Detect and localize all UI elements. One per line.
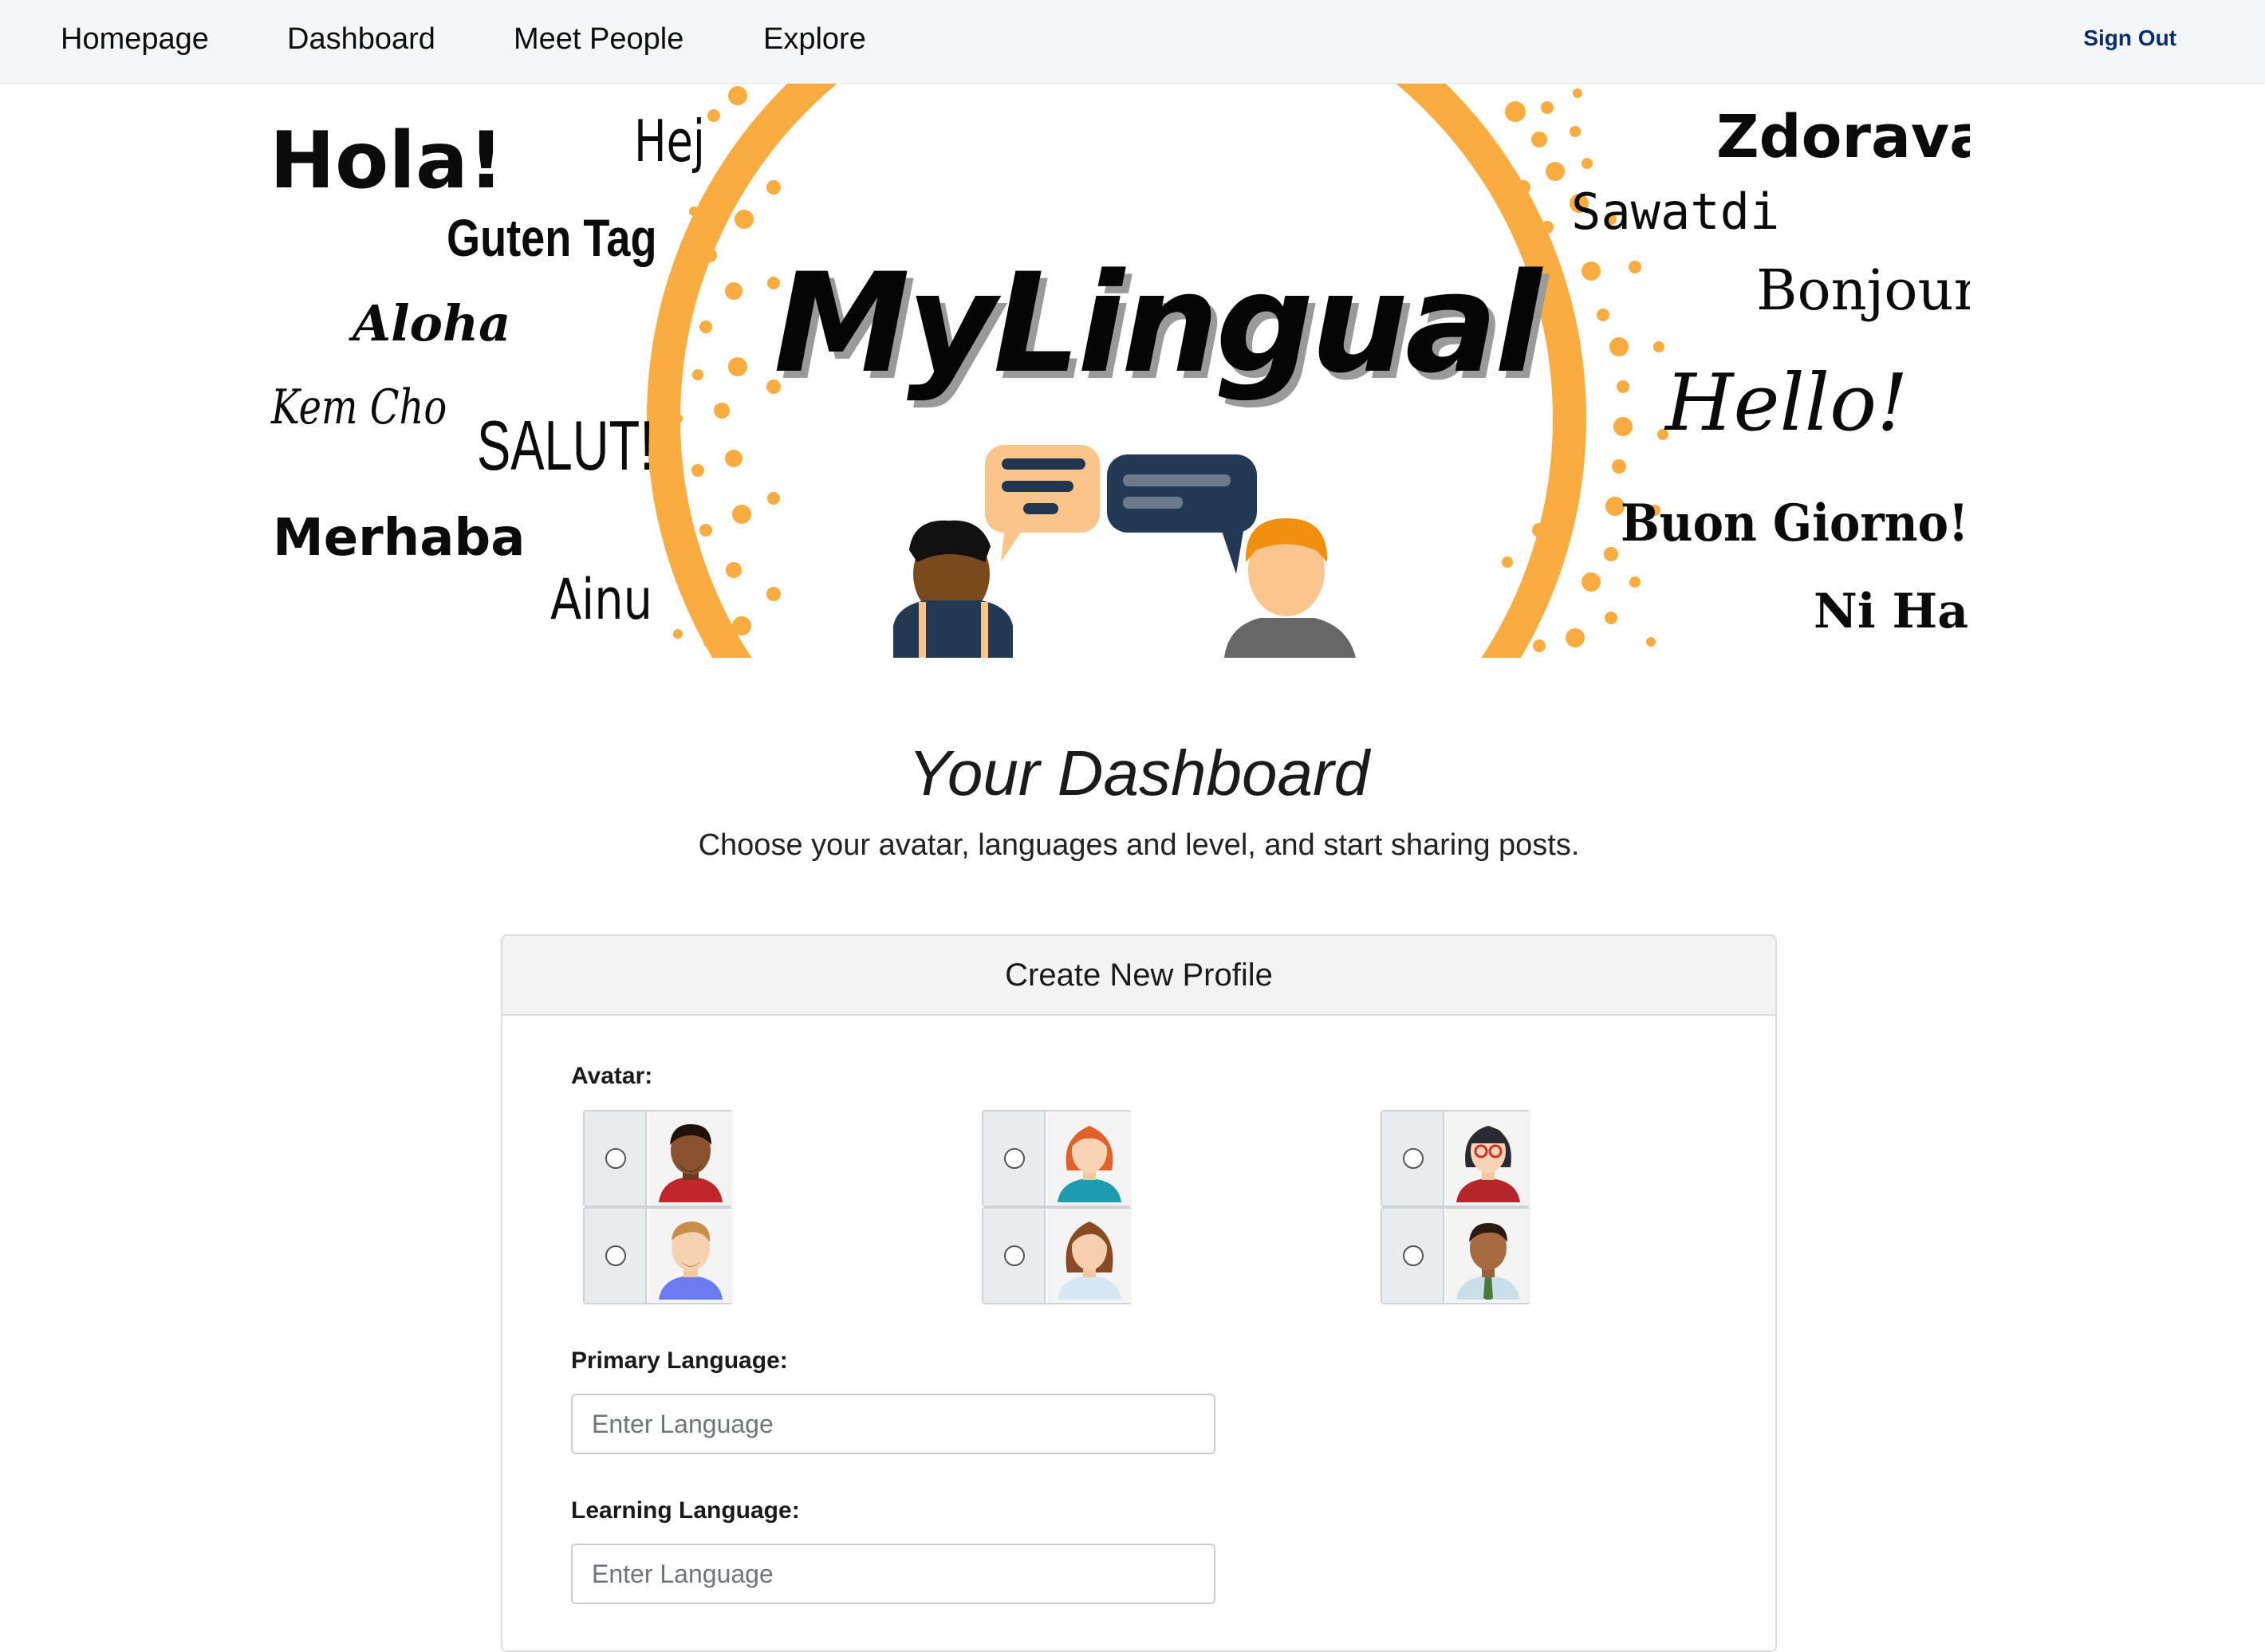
avatar-option-5[interactable] bbox=[1381, 1110, 1530, 1207]
avatar-radio-4[interactable] bbox=[983, 1209, 1046, 1303]
avatar-label: Avatar: bbox=[571, 1063, 653, 1089]
avatar-radio-6[interactable] bbox=[1382, 1209, 1444, 1303]
avatar-option-1[interactable] bbox=[583, 1110, 733, 1207]
learning-language-input[interactable]: Enter Language bbox=[571, 1544, 1215, 1604]
avatar-man-tie-icon bbox=[1446, 1209, 1530, 1303]
avatar-woman-glasses-icon bbox=[1446, 1111, 1530, 1206]
greeting-kem-cho: Kem Cho bbox=[271, 380, 447, 435]
greeting-merhaba: Merhaba bbox=[273, 509, 526, 568]
avatar-woman-brown-hair-icon bbox=[1047, 1209, 1132, 1303]
nav-homepage[interactable]: Homepage bbox=[61, 20, 209, 58]
avatar-radio-3[interactable] bbox=[983, 1111, 1046, 1206]
create-profile-card: Create New Profile Avatar: Primary Langu… bbox=[501, 934, 1777, 1652]
nav-meet-people[interactable]: Meet People bbox=[514, 20, 683, 58]
avatar-option-3[interactable] bbox=[982, 1110, 1132, 1207]
avatar-man-blond-icon bbox=[648, 1209, 733, 1303]
greeting-buon-giorno: Buon Giorno! bbox=[1621, 494, 1969, 553]
greeting-ni-hao: Ni Hao bbox=[1814, 584, 1970, 639]
greeting-guten-tag: Guten Tag bbox=[447, 208, 657, 267]
avatar-radio-2[interactable] bbox=[585, 1209, 647, 1303]
avatar-option-4[interactable] bbox=[982, 1207, 1132, 1304]
primary-language-input[interactable]: Enter Language bbox=[571, 1394, 1215, 1454]
mylingual-logo: MyLingual bbox=[774, 243, 1542, 403]
greeting-aloha: Aloha bbox=[353, 294, 511, 352]
avatar-radio-5[interactable] bbox=[1382, 1111, 1444, 1206]
avatar-man-dark-icon bbox=[648, 1111, 733, 1206]
card-header: Create New Profile bbox=[502, 936, 1775, 1016]
avatar-option-2[interactable] bbox=[583, 1207, 733, 1304]
learning-language-label: Learning Language: bbox=[571, 1497, 800, 1524]
page-title: Your Dashboard bbox=[908, 738, 1370, 808]
greeting-hej: Hej bbox=[634, 108, 705, 175]
nav-explore[interactable]: Explore bbox=[763, 20, 866, 58]
primary-language-label: Primary Language: bbox=[571, 1347, 788, 1374]
page-subtitle: Choose your avatar, languages and level,… bbox=[698, 828, 1580, 862]
greeting-bonjour: Bonjour bbox=[1756, 258, 1970, 323]
avatar-woman-red-hair-icon bbox=[1047, 1111, 1132, 1206]
greeting-ainu: Ainu bbox=[550, 567, 652, 632]
avatar-radio-1[interactable] bbox=[585, 1111, 647, 1206]
greeting-sawatdi: Sawatdi bbox=[1571, 183, 1780, 241]
greeting-salut: SALUT! bbox=[477, 406, 654, 485]
avatar-option-6[interactable] bbox=[1381, 1207, 1530, 1304]
nav-dashboard[interactable]: Dashboard bbox=[287, 20, 435, 58]
top-navbar: Homepage Dashboard Meet People Explore S… bbox=[0, 0, 2265, 84]
greeting-hello: Hello! bbox=[1665, 358, 1909, 449]
greeting-zdorava: Zdorava bbox=[1716, 103, 1970, 171]
mylingual-banner: Hola! Hej Guten Tag Aloha Kem Cho SALUT!… bbox=[263, 84, 1970, 658]
sign-out-link[interactable]: Sign Out bbox=[2083, 24, 2176, 53]
greeting-hola: Hola! bbox=[270, 116, 504, 206]
